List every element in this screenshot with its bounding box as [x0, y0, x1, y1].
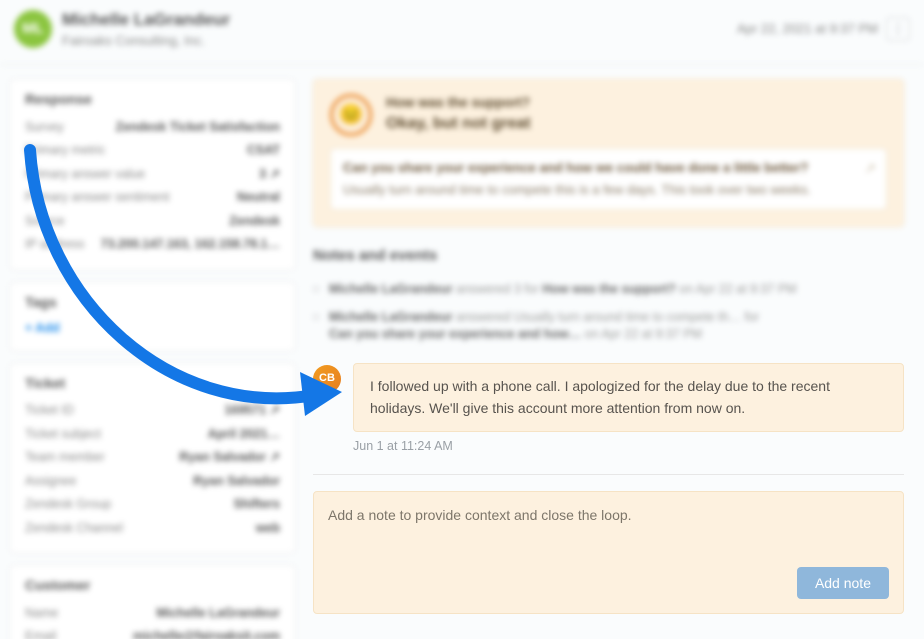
note-card: I followed up with a phone call. I apolo… [353, 363, 904, 432]
add-note-placeholder[interactable]: Add a note to provide context and close … [328, 506, 889, 526]
add-note-box[interactable]: Add a note to provide context and close … [313, 491, 904, 615]
divider [313, 474, 904, 475]
panel-response: Response SurveyZendesk Ticket Satisfacti… [10, 79, 295, 270]
bullet-icon [313, 286, 319, 292]
panel-ticket: Ticket Ticket ID169571 ↗ Ticket subjectA… [10, 363, 295, 554]
feedback-question: How was the support? [386, 94, 531, 113]
panel-tags: Tags + Add [10, 282, 295, 351]
add-note-button[interactable]: Add note [797, 567, 889, 599]
response-timestamp: Apr 22, 2021 at 9:37 PM [737, 20, 878, 38]
note-entry: CB I followed up with a phone call. I ap… [313, 363, 904, 432]
header-menu-button[interactable]: ⋮ [886, 17, 910, 41]
neutral-face-icon: 😐 [330, 94, 372, 136]
author-avatar: CB [313, 365, 341, 393]
event-row: Michelle LaGrandeur answered Usually tur… [313, 304, 904, 349]
panel-title: Ticket [25, 374, 280, 394]
feedback-answer: Okay, but not great [386, 113, 531, 135]
note-timestamp: Jun 1 at 11:24 AM [353, 438, 904, 456]
bullet-icon [313, 314, 319, 320]
feedback-prompt: Can you share your experience and how we… [343, 159, 874, 177]
feedback-detail: Can you share your experience and how we… [330, 148, 887, 210]
panel-title: Tags [25, 293, 280, 313]
panel-title: Customer [25, 576, 280, 596]
feedback-response: Usually turn around time to compete this… [343, 181, 874, 199]
notes-events-title: Notes and events [313, 245, 904, 266]
customer-name: Michelle LaGrandeur [62, 8, 230, 32]
notes-events-block: Notes and events Michelle LaGrandeur ans… [313, 245, 904, 349]
panel-title: Response [25, 90, 280, 110]
left-column: Response SurveyZendesk Ticket Satisfacti… [10, 79, 295, 639]
header: ML Michelle LaGrandeur Fairoaks Consulti… [0, 0, 924, 65]
add-tag-link[interactable]: + Add [25, 321, 60, 335]
header-right: Apr 22, 2021 at 9:37 PM ⋮ [737, 17, 910, 41]
customer-avatar: ML [14, 10, 52, 48]
external-link-icon[interactable]: ↗ [864, 159, 876, 179]
feedback-card: 😐 How was the support? Okay, but not gre… [313, 79, 904, 227]
event-row: Michelle LaGrandeur answered 3 for How w… [313, 276, 904, 304]
right-column: 😐 How was the support? Okay, but not gre… [313, 79, 914, 639]
customer-company: Fairoaks Consulting, Inc. [62, 32, 230, 50]
panel-customer: Customer NameMichelle LaGrandeur Emailmi… [10, 565, 295, 639]
header-names: Michelle LaGrandeur Fairoaks Consulting,… [62, 8, 230, 50]
